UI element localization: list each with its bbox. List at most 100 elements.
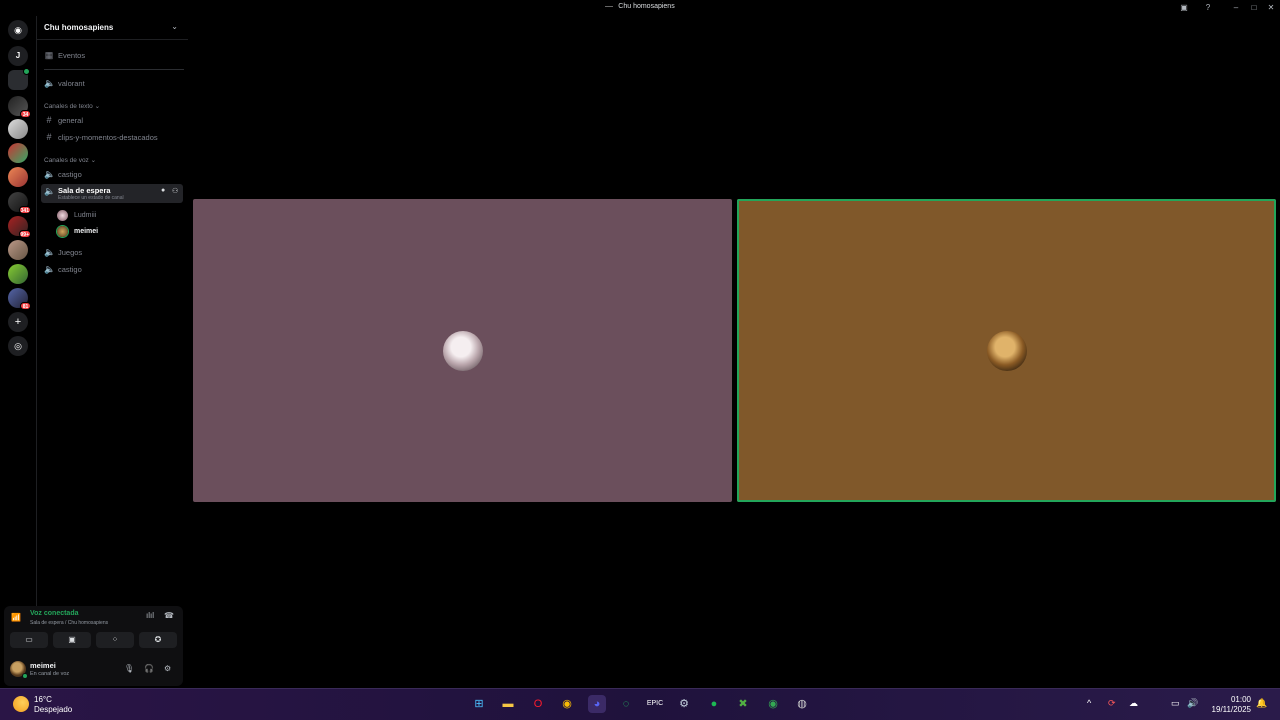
- voice-location[interactable]: Sala de espera / Chu homosapiens: [30, 620, 108, 626]
- server-icon-4[interactable]: [8, 143, 28, 163]
- participant-avatar: [986, 330, 1027, 371]
- hash-icon: #: [46, 132, 52, 142]
- weather-description[interactable]: Despejado: [34, 705, 72, 714]
- speaker-icon: 🔈: [44, 264, 56, 274]
- chrome-icon[interactable]: ◉: [558, 695, 576, 713]
- calendar-icon: ▦: [44, 50, 54, 60]
- discord-taskbar-icon[interactable]: ◕: [588, 695, 606, 713]
- close-button[interactable]: ✕: [1265, 2, 1277, 14]
- user-status: En canal de voz: [30, 671, 70, 677]
- avatar: [57, 226, 68, 237]
- app-icon[interactable]: ◍: [793, 695, 811, 713]
- divider: [44, 69, 184, 70]
- disconnect-icon[interactable]: ☎: [164, 611, 174, 620]
- steam-icon[interactable]: ⚙: [675, 695, 693, 713]
- clock[interactable]: 01:00 19/11/2025: [1212, 695, 1251, 715]
- voice-channel-castigo[interactable]: 🔈 castigo: [41, 167, 183, 182]
- voice-status[interactable]: Voz conectada: [30, 610, 79, 617]
- unread-badge: 99+: [18, 230, 31, 238]
- speaker-icon: 🔈: [44, 186, 56, 196]
- inbox-icon[interactable]: ▣: [1178, 2, 1190, 14]
- channel-label: general: [58, 116, 84, 125]
- voice-channel-sala-de-espera[interactable]: 🔈 Sala de espera Establece un estado de …: [41, 184, 183, 203]
- headphones-icon[interactable]: 🎧: [144, 664, 154, 673]
- weather-icon[interactable]: [13, 696, 29, 712]
- user-name[interactable]: meimei: [30, 661, 56, 670]
- events-label: Eventos: [58, 51, 86, 60]
- soundboard-button[interactable]: ✪: [139, 632, 177, 648]
- chevron-down-icon: ⌄: [171, 22, 178, 31]
- chat-icon[interactable]: ●: [161, 187, 165, 194]
- avatar: [57, 210, 68, 221]
- server-name: Chu homosapiens: [44, 23, 114, 32]
- xbox-icon[interactable]: ✖: [734, 695, 752, 713]
- chrome-profile-icon[interactable]: ◉: [764, 695, 782, 713]
- clock-date: 19/11/2025: [1211, 705, 1251, 714]
- noise-suppression-icon[interactable]: ılıl: [146, 611, 154, 620]
- voice-actions: ▭ ▣ ⁘ ✪: [10, 632, 178, 648]
- server-icon-2[interactable]: 34: [8, 96, 31, 118]
- whatsapp-icon[interactable]: ◌: [617, 695, 635, 713]
- screen-share-button[interactable]: ▣: [53, 632, 91, 648]
- channel-label: valorant: [58, 79, 85, 88]
- help-icon[interactable]: ?: [1202, 2, 1214, 14]
- server-icon-active[interactable]: [8, 68, 30, 90]
- participant-tile-meimei[interactable]: [737, 199, 1276, 502]
- spotify-icon[interactable]: ●: [705, 695, 723, 713]
- server-rail: ◉ J 34 341 99+ 81 + ◎: [0, 16, 36, 688]
- discover-icon[interactable]: ◎: [8, 336, 28, 356]
- server-header[interactable]: Chu homosapiens ⌄: [37, 16, 188, 40]
- events-item[interactable]: ▦ Eventos: [41, 48, 183, 63]
- minimize-button[interactable]: –: [1230, 2, 1242, 14]
- category-voice[interactable]: Canales de voz ⌄: [44, 156, 96, 164]
- clock-time: 01:00: [1230, 695, 1251, 704]
- taskbar: 16°C Despejado ⊞ ▬ O ◉ ◕ ◌ EPIC ⚙ ● ✖ ◉ …: [0, 688, 1280, 720]
- chevron-up-icon[interactable]: ^: [1087, 698, 1091, 708]
- server-icon-8[interactable]: [8, 240, 28, 260]
- server-icon-7[interactable]: 99+: [8, 216, 31, 238]
- microphone-icon[interactable]: 🎙: [124, 664, 134, 673]
- server-icon-6[interactable]: 341: [8, 192, 31, 214]
- unread-badge: 341: [18, 206, 31, 214]
- notification-bell-icon[interactable]: 🔔: [1256, 698, 1267, 709]
- unread-badge: 81: [20, 302, 31, 310]
- category-text[interactable]: Canales de texto ⌄: [44, 102, 100, 110]
- voice-channel-juegos[interactable]: 🔈 Juegos: [41, 245, 183, 260]
- start-menu-icon[interactable]: ⊞: [470, 695, 488, 713]
- voice-user-ludmiii[interactable]: Ludmiii: [57, 209, 177, 223]
- voice-user-name: meimei: [74, 228, 99, 235]
- voice-channel-valorant[interactable]: 🔈 valorant: [41, 76, 183, 91]
- text-channel-clips[interactable]: # clips-y-momentos-destacados: [41, 130, 183, 145]
- channel-status-hint[interactable]: Establece un estado de canal: [58, 195, 124, 201]
- server-icon-5[interactable]: [8, 167, 28, 187]
- weather-temperature[interactable]: 16°C: [34, 695, 52, 704]
- category-label: Canales de voz: [44, 157, 89, 164]
- activities-button[interactable]: ⁘: [96, 632, 134, 648]
- add-server-icon[interactable]: +: [8, 312, 28, 332]
- voice-user-meimei[interactable]: meimei: [57, 225, 177, 239]
- sync-icon[interactable]: ⟳: [1108, 698, 1116, 709]
- channel-label: Sala de espera: [58, 186, 111, 195]
- opera-icon[interactable]: O: [529, 695, 547, 713]
- voice-channel-castigo-2[interactable]: 🔈 castigo: [41, 262, 183, 277]
- signal-icon[interactable]: 📶: [11, 613, 21, 622]
- channel-sidebar: Chu homosapiens ⌄ ▦ Eventos 🔈 valorant C…: [37, 16, 188, 688]
- discord-home-icon[interactable]: ◉: [8, 20, 28, 40]
- online-status-dot: [22, 673, 28, 679]
- cloud-icon[interactable]: ☁: [1129, 698, 1138, 709]
- speaker-icon: 🔈: [44, 169, 56, 179]
- settings-gear-icon[interactable]: ⚙: [164, 664, 171, 673]
- invite-icon[interactable]: ⚇: [172, 187, 178, 195]
- volume-icon[interactable]: 🔊: [1187, 698, 1198, 709]
- file-explorer-icon[interactable]: ▬: [499, 695, 517, 713]
- server-icon-3[interactable]: [8, 119, 28, 139]
- network-icon[interactable]: ▭: [1171, 698, 1180, 709]
- maximize-button[interactable]: □: [1248, 2, 1260, 14]
- server-icon-10[interactable]: 81: [8, 288, 31, 310]
- epic-games-icon[interactable]: EPIC: [646, 695, 664, 713]
- camera-off-button[interactable]: ▭: [10, 632, 48, 648]
- server-icon-9[interactable]: [8, 264, 28, 284]
- text-channel-general[interactable]: # general: [41, 113, 183, 128]
- server-icon-j[interactable]: J: [8, 46, 28, 66]
- participant-tile-ludmiii[interactable]: [193, 199, 732, 502]
